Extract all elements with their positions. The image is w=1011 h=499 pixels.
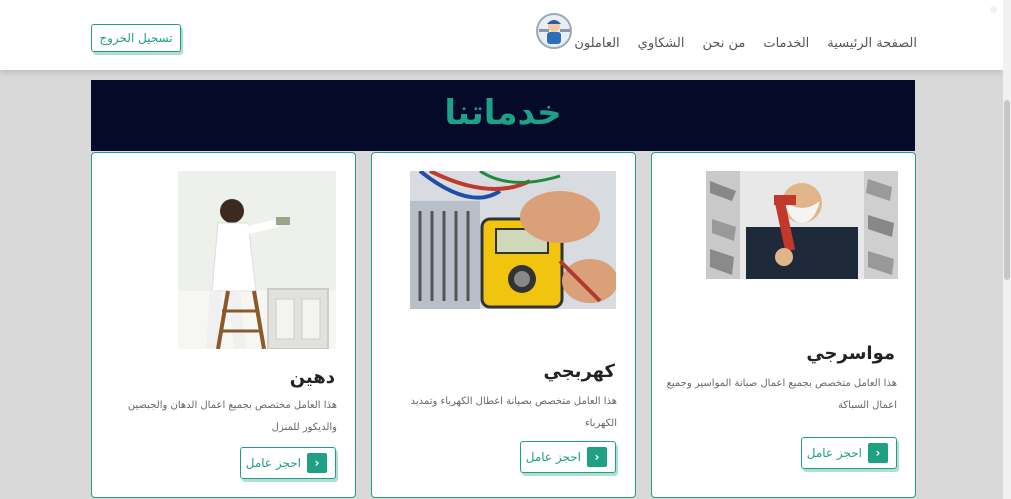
service-card-electrician: كهربجي هذا العامل متخصص بصيانة اعطال الك… — [371, 152, 636, 498]
card-description: هذا العامل مختصص بجميع اعمال الدهان والج… — [127, 400, 337, 433]
book-worker-button[interactable]: ‹ احجز عامل — [520, 441, 616, 473]
book-worker-label: احجز عامل — [245, 456, 301, 470]
navbar: الصفحة الرئيسية الخدمات من نحن الشكاوي ا… — [0, 0, 1003, 70]
service-card-painter: دهين هذا العامل مختصص بجميع اعمال الدهان… — [91, 152, 356, 498]
nav-item-workers[interactable]: العاملون — [574, 36, 619, 51]
logo-icon[interactable] — [535, 12, 573, 50]
plumber-image — [706, 171, 898, 279]
card-description: هذا العامل متخصص بصيانة اعطال الكهرباء و… — [410, 396, 617, 429]
electrician-image — [410, 171, 616, 309]
card-title: كهربجي — [543, 361, 616, 382]
chevron-left-icon: ‹ — [587, 447, 607, 467]
services-banner: خدماتنا — [91, 80, 915, 151]
window-dot — [990, 6, 997, 13]
banner-title: خدماتنا — [444, 92, 562, 133]
book-worker-button[interactable]: ‹ احجز عامل — [240, 447, 336, 479]
scrollbar[interactable] — [1003, 0, 1011, 499]
logout-button[interactable]: تسجيل الخروج — [91, 24, 181, 52]
card-title: مواسرجي — [806, 343, 895, 364]
painter-image — [178, 171, 336, 349]
card-title: دهين — [289, 367, 335, 388]
service-card-plumber: مواسرجي هذا العامل متخصص بجميع اعمال صيا… — [651, 152, 916, 498]
nav-item-complaints[interactable]: الشكاوي — [638, 36, 685, 51]
nav-item-home[interactable]: الصفحة الرئيسية — [827, 36, 917, 51]
card-description: هذا العامل متخصص بجميع اعمال صيانة الموا… — [666, 378, 897, 411]
book-worker-button[interactable]: ‹ احجز عامل — [801, 437, 897, 469]
nav-item-services[interactable]: الخدمات — [763, 36, 809, 51]
book-worker-label: احجز عامل — [806, 446, 862, 460]
book-worker-label: احجز عامل — [525, 450, 581, 464]
scrollbar-thumb[interactable] — [1004, 100, 1010, 280]
nav-links: الصفحة الرئيسية الخدمات من نحن الشكاوي ا… — [574, 36, 917, 51]
nav-item-about[interactable]: من نحن — [702, 36, 745, 51]
chevron-left-icon: ‹ — [868, 443, 888, 463]
chevron-left-icon: ‹ — [307, 453, 327, 473]
